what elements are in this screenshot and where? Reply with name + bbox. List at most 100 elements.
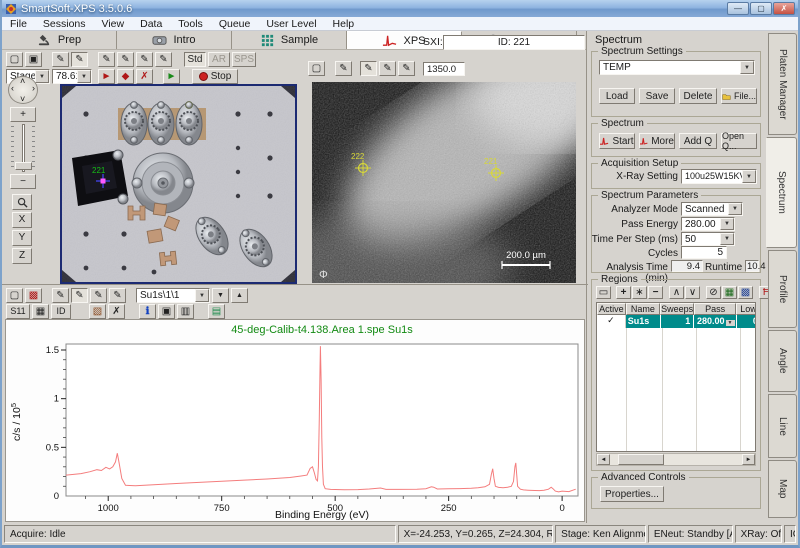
- region-name-cell[interactable]: Su1s: [625, 315, 661, 329]
- stop-button[interactable]: Stop: [192, 69, 238, 84]
- platen-camera-view[interactable]: 221: [60, 84, 297, 284]
- marker-tool-button[interactable]: ✎: [71, 52, 88, 67]
- menu-file[interactable]: File: [2, 17, 35, 31]
- stage-jog-pad[interactable]: ‹ › ˄ ˅: [8, 76, 38, 104]
- chevron-down-icon[interactable]: ▼: [725, 320, 735, 326]
- region-tool-button[interactable]: ✎: [109, 288, 126, 303]
- axis-x-button[interactable]: X: [12, 212, 32, 228]
- select-tool-button[interactable]: ▢: [6, 288, 23, 303]
- time-per-step-select[interactable]: 50 ▼: [681, 232, 735, 246]
- add-region-button[interactable]: +: [616, 286, 631, 299]
- jog-right-icon[interactable]: ›: [32, 83, 35, 93]
- annotate-tool-1-button[interactable]: ✎: [98, 52, 115, 67]
- close-button[interactable]: ✗: [773, 2, 795, 15]
- table-edit-button[interactable]: ▩: [738, 286, 753, 299]
- regions-h-scrollbar[interactable]: ◄ ►: [596, 453, 756, 466]
- windows-button[interactable]: ▦: [32, 304, 49, 319]
- set-marker-button[interactable]: ◆: [117, 69, 134, 84]
- vtab-platen-manager[interactable]: Platen Manager: [768, 33, 797, 135]
- vtab-profile[interactable]: Profile: [768, 250, 797, 328]
- vtab-line[interactable]: Line: [768, 394, 797, 458]
- annotate-button[interactable]: ▧: [89, 304, 106, 319]
- jog-up-icon[interactable]: ˄: [20, 76, 25, 86]
- tab-intro[interactable]: Intro: [117, 31, 232, 49]
- move-down-button[interactable]: ∨: [685, 286, 700, 299]
- sxi-point-button[interactable]: ✎: [335, 61, 352, 76]
- zoom-in-button[interactable]: +: [10, 107, 36, 122]
- col-active[interactable]: Active: [597, 303, 626, 315]
- jog-left-icon[interactable]: ‹: [11, 83, 14, 93]
- mode-ar-button[interactable]: AR: [208, 52, 230, 67]
- delete-marker-button[interactable]: ✗: [136, 69, 153, 84]
- menu-queue[interactable]: Queue: [211, 17, 259, 31]
- vtab-angle[interactable]: Angle: [768, 330, 797, 392]
- maximize-button[interactable]: ▢: [750, 2, 772, 15]
- select-tool-button[interactable]: ▢: [6, 52, 23, 67]
- scroll-thumb[interactable]: [618, 454, 664, 465]
- col-sweeps[interactable]: Sweeps: [660, 303, 695, 315]
- table-row[interactable]: ✓ Su1s 1 280.00▼ 0.0 1100.0: [597, 315, 755, 329]
- delete-button[interactable]: Delete: [679, 88, 717, 104]
- menu-user-level[interactable]: User Level: [258, 17, 324, 31]
- col-name[interactable]: Name: [625, 303, 661, 315]
- delete-button[interactable]: ✗: [108, 304, 125, 319]
- analyzer-mode-select[interactable]: Scanned ▼: [681, 202, 743, 216]
- area-tool-button[interactable]: ▣: [25, 52, 42, 67]
- slider-thumb[interactable]: [15, 162, 32, 170]
- region-sweeps-cell[interactable]: 1: [660, 315, 694, 329]
- jog-down-icon[interactable]: ˅: [20, 94, 25, 104]
- zoom-out-button[interactable]: −: [10, 174, 36, 189]
- properties-button[interactable]: Properties...: [600, 486, 664, 502]
- axis-z-button[interactable]: Z: [12, 248, 32, 264]
- select-tool-button[interactable]: ▢: [308, 61, 325, 76]
- sxi-line-button[interactable]: ✎: [398, 61, 415, 76]
- scroll-right-button[interactable]: ►: [742, 454, 755, 465]
- region-lower-cell[interactable]: 0.0: [735, 315, 755, 329]
- peak-tool-button[interactable]: ✎: [90, 288, 107, 303]
- col-lower[interactable]: Lower: [736, 303, 755, 315]
- s11-button[interactable]: S11: [6, 304, 30, 319]
- y-scale-down-button[interactable]: ▼: [212, 288, 229, 303]
- sxi-marker-button[interactable]: ✎: [360, 61, 377, 76]
- zoom-slider[interactable]: [10, 124, 36, 172]
- annotate-tool-2-button[interactable]: ✎: [117, 52, 134, 67]
- annotate-tool-3-button[interactable]: ✎: [136, 52, 153, 67]
- sxi-voltage-field[interactable]: 1350.0: [423, 61, 465, 76]
- xray-setting-select[interactable]: 100u25W15KV ▼: [681, 169, 757, 184]
- trace-select[interactable]: Su1s\1\1 ▼: [136, 288, 210, 303]
- id-button[interactable]: ID: [51, 304, 71, 319]
- goto-marker-button[interactable]: ►: [98, 69, 115, 84]
- clear-regions-button[interactable]: ⊘: [706, 286, 721, 299]
- annotate-tool-4-button[interactable]: ✎: [155, 52, 172, 67]
- zoom-region-button[interactable]: ▩: [25, 288, 42, 303]
- info-button[interactable]: ℹ: [139, 304, 156, 319]
- tab-prep[interactable]: Prep: [2, 31, 117, 49]
- add-q-button[interactable]: Add Q: [679, 133, 717, 149]
- more-button[interactable]: More: [639, 133, 675, 149]
- legend-button[interactable]: ▤: [208, 304, 225, 319]
- vtab-spectrum[interactable]: Spectrum: [766, 137, 797, 248]
- settings-select[interactable]: TEMP ▼: [599, 60, 755, 75]
- region-active-checkbox[interactable]: ✓: [597, 315, 626, 329]
- cursor-tool-button[interactable]: ✎: [52, 288, 69, 303]
- remove-region-button[interactable]: −: [648, 286, 663, 299]
- print-button[interactable]: ▥: [177, 304, 194, 319]
- col-pass[interactable]: Pass: [694, 303, 737, 315]
- point-tool-button[interactable]: ✎: [52, 52, 69, 67]
- sxi-image[interactable]: 222 221 200.0 µm Φ: [252, 44, 632, 322]
- start-button[interactable]: Start: [599, 133, 635, 149]
- minimize-button[interactable]: —: [727, 2, 749, 15]
- file-button[interactable]: File...: [721, 88, 757, 104]
- add-multi-region-button[interactable]: ∗: [632, 286, 647, 299]
- cycles-field[interactable]: 5: [681, 246, 727, 259]
- vtab-map[interactable]: Map: [768, 460, 797, 518]
- region-zoom-button[interactable]: ▭: [596, 286, 611, 299]
- mode-std-button[interactable]: Std: [184, 52, 206, 67]
- save-button[interactable]: Save: [639, 88, 675, 104]
- menu-data[interactable]: Data: [132, 17, 170, 31]
- chart-card[interactable]: 45-deg-Calib-t4.138.Area 1.spe Su1s 1000…: [5, 319, 585, 522]
- move-up-button[interactable]: ∧: [669, 286, 684, 299]
- copy-button[interactable]: ▣: [158, 304, 175, 319]
- open-q-button[interactable]: Open Q...: [721, 131, 757, 151]
- menu-sessions[interactable]: Sessions: [35, 17, 94, 31]
